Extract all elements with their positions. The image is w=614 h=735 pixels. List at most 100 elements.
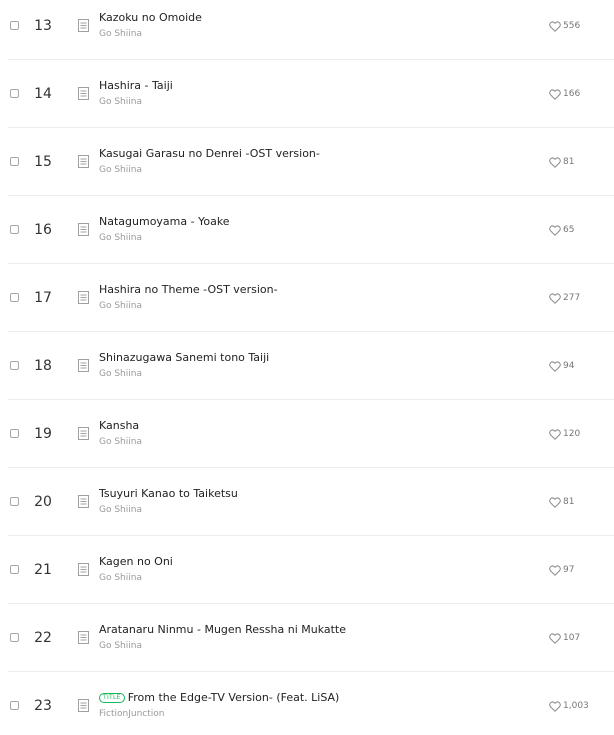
track-select-checkbox[interactable] [10, 225, 19, 234]
track-number: 13 [34, 18, 52, 34]
heart-icon [549, 497, 561, 508]
lyrics-icon[interactable] [78, 223, 91, 237]
like-button[interactable]: 81 [549, 495, 574, 509]
lyrics-icon[interactable] [78, 19, 91, 33]
lyrics-icon[interactable] [78, 155, 91, 169]
like-count: 556 [563, 21, 581, 31]
heart-icon [549, 225, 561, 236]
track-title[interactable]: Hashira - Taiji [99, 78, 173, 94]
track-title[interactable]: Kasugai Garasu no Denrei -OST version- [99, 146, 320, 162]
like-count: 166 [563, 89, 581, 99]
lyrics-icon[interactable] [78, 291, 91, 305]
track-number: 22 [34, 630, 52, 646]
track-title-group: Kansha [99, 418, 139, 434]
track-select-checkbox[interactable] [10, 89, 19, 98]
track-title-group: Aratanaru Ninmu - Mugen Ressha ni Mukatt… [99, 622, 346, 638]
track-title[interactable]: From the Edge-TV Version- (Feat. LiSA) [128, 690, 340, 706]
track-artist[interactable]: FictionJunction [99, 708, 164, 720]
track-number: 15 [34, 154, 52, 170]
like-button[interactable]: 120 [549, 427, 580, 441]
track-artist[interactable]: Go Shiina [99, 300, 142, 312]
track-row[interactable]: 15 Kasugai Garasu no Denrei -OST version-… [0, 128, 614, 196]
track-artist[interactable]: Go Shiina [99, 164, 142, 176]
like-count: 277 [563, 293, 581, 303]
lyrics-icon[interactable] [78, 87, 91, 101]
like-button[interactable]: 107 [549, 631, 580, 645]
track-row[interactable]: 17 Hashira no Theme -OST version- Go Shiin… [0, 264, 614, 332]
track-artist[interactable]: Go Shiina [99, 232, 142, 244]
track-select-checkbox[interactable] [10, 497, 19, 506]
track-title[interactable]: Kansha [99, 418, 139, 434]
like-count: 97 [563, 565, 575, 575]
track-select-checkbox[interactable] [10, 361, 19, 370]
track-select-checkbox[interactable] [10, 633, 19, 642]
heart-icon [549, 361, 561, 372]
track-row[interactable]: 19 Kansha Go Shiina 120 [0, 400, 614, 468]
track-title[interactable]: Kagen no Oni [99, 554, 173, 570]
like-button[interactable]: 166 [549, 87, 580, 101]
track-title-group: Kazoku no Omoide [99, 10, 202, 26]
heart-icon [549, 157, 561, 168]
like-button[interactable]: 1,003 [549, 699, 589, 713]
like-button[interactable]: 94 [549, 359, 574, 373]
track-title[interactable]: Shinazugawa Sanemi tono Taiji [99, 350, 269, 366]
track-row[interactable]: 13 Kazoku no Omoide Go Shiina 556 [0, 0, 614, 60]
track-title-group: Kagen no Oni [99, 554, 173, 570]
track-row[interactable]: 22 Aratanaru Ninmu - Mugen Ressha ni Muka… [0, 604, 614, 672]
track-title[interactable]: Hashira no Theme -OST version- [99, 282, 278, 298]
track-row[interactable]: 21 Kagen no Oni Go Shiina 97 [0, 536, 614, 604]
lyrics-icon[interactable] [78, 427, 91, 441]
track-title[interactable]: Kazoku no Omoide [99, 10, 202, 26]
like-button[interactable]: 277 [549, 291, 580, 305]
track-title-group: Kasugai Garasu no Denrei -OST version- [99, 146, 320, 162]
track-artist[interactable]: Go Shiina [99, 572, 142, 584]
track-number: 21 [34, 562, 52, 578]
like-count: 94 [563, 361, 575, 371]
track-title-group: Shinazugawa Sanemi tono Taiji [99, 350, 269, 366]
track-select-checkbox[interactable] [10, 565, 19, 574]
heart-icon [549, 565, 561, 576]
track-select-checkbox[interactable] [10, 21, 19, 30]
lyrics-icon[interactable] [78, 495, 91, 509]
track-title[interactable]: Tsuyuri Kanao to Taiketsu [99, 486, 238, 502]
track-title-group: TITLE From the Edge-TV Version- (Feat. Li… [99, 690, 339, 706]
lyrics-icon[interactable] [78, 699, 91, 713]
track-artist[interactable]: Go Shiina [99, 504, 142, 516]
like-button[interactable]: 81 [549, 155, 574, 169]
like-count: 107 [563, 633, 581, 643]
track-artist[interactable]: Go Shiina [99, 368, 142, 380]
like-count: 120 [563, 429, 581, 439]
like-button[interactable]: 556 [549, 19, 580, 33]
track-select-checkbox[interactable] [10, 429, 19, 438]
track-row[interactable]: 18 Shinazugawa Sanemi tono Taiji Go Shiina… [0, 332, 614, 400]
track-select-checkbox[interactable] [10, 157, 19, 166]
track-artist[interactable]: Go Shiina [99, 436, 142, 448]
track-artist[interactable]: Go Shiina [99, 28, 142, 40]
track-select-checkbox[interactable] [10, 701, 19, 710]
track-number: 16 [34, 222, 52, 238]
track-row[interactable]: 16 Natagumoyama - Yoake Go Shiina 65 [0, 196, 614, 264]
like-count: 81 [563, 497, 575, 507]
track-title[interactable]: Aratanaru Ninmu - Mugen Ressha ni Mukatt… [99, 622, 346, 638]
title-track-badge: TITLE [99, 693, 125, 703]
track-row[interactable]: 20 Tsuyuri Kanao to Taiketsu Go Shiina 81 [0, 468, 614, 536]
track-select-checkbox[interactable] [10, 293, 19, 302]
track-title-group: Hashira no Theme -OST version- [99, 282, 278, 298]
track-number: 23 [34, 698, 52, 714]
track-row[interactable]: 23 TITLE From the Edge-TV Version- (Feat. … [0, 672, 614, 735]
lyrics-icon[interactable] [78, 359, 91, 373]
track-title-group: Natagumoyama - Yoake [99, 214, 230, 230]
heart-icon [549, 293, 561, 304]
like-button[interactable]: 97 [549, 563, 574, 577]
track-number: 18 [34, 358, 52, 374]
track-number: 14 [34, 86, 52, 102]
lyrics-icon[interactable] [78, 563, 91, 577]
lyrics-icon[interactable] [78, 631, 91, 645]
track-artist[interactable]: Go Shiina [99, 96, 142, 108]
like-button[interactable]: 65 [549, 223, 574, 237]
like-count: 65 [563, 225, 575, 235]
track-title[interactable]: Natagumoyama - Yoake [99, 214, 230, 230]
track-artist[interactable]: Go Shiina [99, 640, 142, 652]
heart-icon [549, 89, 561, 100]
track-row[interactable]: 14 Hashira - Taiji Go Shiina 166 [0, 60, 614, 128]
